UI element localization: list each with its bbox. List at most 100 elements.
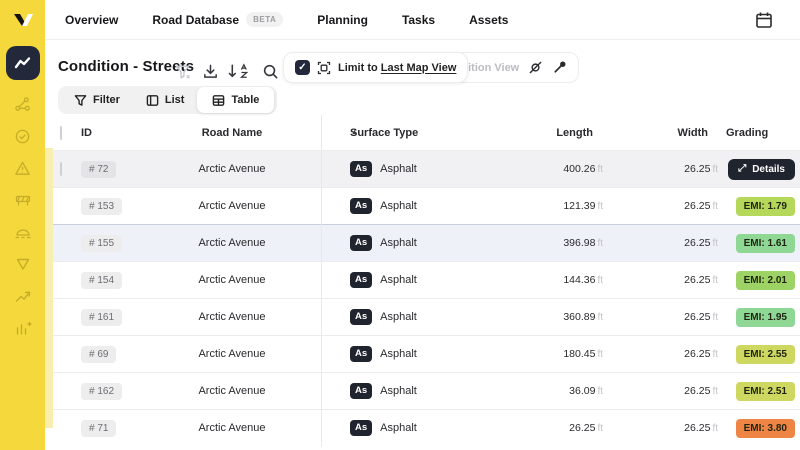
calendar-icon[interactable] bbox=[754, 10, 774, 30]
surface-name: Asphalt bbox=[380, 237, 417, 249]
condition-chart-icon bbox=[14, 56, 31, 68]
road-name: Arctic Avenue bbox=[198, 422, 266, 434]
width-cell: 26.25 ft bbox=[609, 274, 724, 286]
table-body: # 72 Arctic Avenue As Asphalt 400.26 ft 26.25 f… bbox=[53, 150, 800, 446]
col-header-surface-type[interactable]: Surface Type bbox=[321, 127, 511, 139]
table-row[interactable]: # 153 Arctic Avenue As Asphalt 121.39 ft 26.25… bbox=[53, 187, 800, 224]
length-cell: 180.45 ft bbox=[511, 348, 609, 360]
row-id-cell: # 153 bbox=[81, 197, 143, 215]
sort-az-icon[interactable] bbox=[227, 60, 249, 82]
sidebar-item-approvals[interactable] bbox=[13, 126, 33, 146]
sidebar-item-roadworks[interactable] bbox=[13, 190, 33, 210]
emi-grade-badge: EMI: 2.01 bbox=[735, 270, 795, 290]
width-cell: 26.25 ft bbox=[609, 311, 724, 323]
details-button[interactable]: ⤢ Details bbox=[728, 158, 795, 180]
width-unit: ft bbox=[712, 349, 718, 360]
table-row[interactable]: # 69 Arctic Avenue As Asphalt 180.45 ft 26.25 f… bbox=[53, 335, 800, 372]
col-header-width[interactable]: Width bbox=[609, 127, 724, 139]
sidebar-item-condition-active[interactable] bbox=[5, 46, 40, 80]
surface-name: Asphalt bbox=[380, 311, 417, 323]
checkbox-checked-icon[interactable]: ✓ bbox=[295, 60, 310, 75]
sidebar-item-issues[interactable] bbox=[13, 158, 33, 178]
width-cell: 26.25 ft bbox=[609, 385, 724, 397]
sidebar-item-speed-bumps[interactable] bbox=[13, 222, 33, 242]
surface-type-cell: As Asphalt bbox=[321, 235, 511, 251]
map-view-icon bbox=[317, 61, 331, 74]
nav-assets[interactable]: Assets bbox=[469, 13, 508, 27]
width-value: 26.25 bbox=[684, 200, 711, 212]
surface-type-cell: As Asphalt bbox=[321, 198, 511, 214]
width-cell: 26.25 ft bbox=[609, 200, 724, 212]
col-header-road-name[interactable]: Road Name bbox=[143, 127, 321, 139]
table-row[interactable]: # 71 Arctic Avenue As Asphalt 26.25 ft 26.25 ft… bbox=[53, 409, 800, 446]
tab-list-label: List bbox=[164, 94, 185, 106]
select-all-checkbox[interactable] bbox=[60, 125, 62, 140]
download-icon[interactable] bbox=[199, 60, 221, 82]
limit-to-map-view-toggle[interactable]: ✓ Limit to Last Map View bbox=[283, 52, 469, 83]
tab-list[interactable]: List bbox=[133, 89, 198, 111]
sidebar-item-routes[interactable] bbox=[13, 286, 33, 306]
nav-tasks[interactable]: Tasks bbox=[402, 13, 435, 27]
sort-asc-icon[interactable]: ▲ bbox=[351, 129, 358, 136]
width-value: 26.25 bbox=[684, 237, 711, 249]
length-unit: ft bbox=[597, 423, 603, 434]
search-icon[interactable] bbox=[259, 60, 281, 82]
route-icon bbox=[15, 291, 30, 302]
last-map-view-link[interactable]: Last Map View bbox=[381, 62, 457, 74]
table-row[interactable]: # 154 Arctic Avenue As Asphalt 144.36 ft 26.25… bbox=[53, 261, 800, 298]
pin-icon[interactable] bbox=[552, 60, 567, 75]
road-id-badge: # 154 bbox=[81, 271, 123, 289]
nav-overview-label: Overview bbox=[65, 12, 119, 27]
tab-filter-label: Filter bbox=[93, 94, 120, 106]
nav-road-database[interactable]: Road Database BETA bbox=[152, 12, 284, 27]
length-value: 36.09 bbox=[569, 385, 596, 397]
emi-grade-badge: EMI: 2.51 bbox=[735, 381, 795, 401]
brand-logo[interactable] bbox=[10, 10, 36, 30]
sidebar-item-reports[interactable] bbox=[13, 318, 33, 338]
road-id-badge: # 72 bbox=[81, 160, 117, 178]
row-checkbox[interactable] bbox=[60, 162, 62, 176]
speed-bump-icon bbox=[15, 229, 30, 239]
row-checkbox-cell bbox=[53, 162, 81, 176]
nav-planning[interactable]: Planning bbox=[317, 13, 368, 27]
length-value: 26.25 bbox=[569, 422, 596, 434]
tab-filter[interactable]: Filter bbox=[61, 89, 133, 111]
beta-badge: BETA bbox=[246, 12, 284, 27]
col-header-grading[interactable]: Grading bbox=[724, 127, 800, 139]
width-cell: 26.25 ft bbox=[609, 237, 724, 249]
grading-cell: EMI: 3.80 bbox=[724, 418, 800, 438]
pin-off-icon[interactable] bbox=[528, 60, 543, 75]
col-header-length[interactable]: Length bbox=[511, 127, 609, 139]
tab-table[interactable]: Table bbox=[197, 87, 275, 113]
table-row[interactable]: # 72 Arctic Avenue As Asphalt 400.26 ft 26.25 f… bbox=[53, 150, 800, 187]
surface-type-cell: As Asphalt bbox=[321, 420, 511, 436]
sidebar-item-share[interactable] bbox=[13, 94, 33, 114]
length-value: 400.26 bbox=[563, 163, 596, 175]
surface-code-badge: As bbox=[350, 272, 373, 288]
surface-name: Asphalt bbox=[380, 274, 417, 286]
row-id-cell: # 154 bbox=[81, 271, 143, 289]
emi-grade-badge: EMI: 3.80 bbox=[735, 418, 795, 438]
nav-overview[interactable]: Overview bbox=[65, 13, 118, 27]
cone-icon bbox=[16, 258, 29, 270]
col-header-id[interactable]: ID bbox=[81, 127, 143, 139]
table-row[interactable]: # 161 Arctic Avenue As Asphalt 360.89 ft 26.25… bbox=[53, 298, 800, 335]
table-row[interactable]: # 162 Arctic Avenue As Asphalt 36.09 ft 26.25 f… bbox=[53, 372, 800, 409]
length-cell: 121.39 ft bbox=[511, 200, 609, 212]
length-value: 144.36 bbox=[563, 274, 596, 286]
limit-toggle-label: Limit to Last Map View bbox=[338, 62, 456, 74]
road-name: Arctic Avenue bbox=[198, 237, 266, 249]
filter-funnel-icon[interactable] bbox=[171, 60, 193, 82]
surface-name: Asphalt bbox=[380, 163, 417, 175]
surface-code-badge: As bbox=[350, 198, 373, 214]
nav-planning-label: Planning bbox=[317, 12, 368, 27]
road-id-badge: # 153 bbox=[81, 197, 123, 215]
tab-table-label: Table bbox=[231, 94, 260, 106]
surface-code-badge: As bbox=[350, 383, 373, 399]
length-unit: ft bbox=[597, 312, 603, 323]
sidebar-item-cones[interactable] bbox=[13, 254, 33, 274]
width-unit: ft bbox=[712, 423, 718, 434]
table-row[interactable]: # 155 Arctic Avenue As Asphalt 396.98 ft 26.25… bbox=[53, 224, 800, 261]
road-id-badge: # 69 bbox=[81, 345, 117, 363]
grading-cell: EMI: 1.79 bbox=[724, 196, 800, 216]
